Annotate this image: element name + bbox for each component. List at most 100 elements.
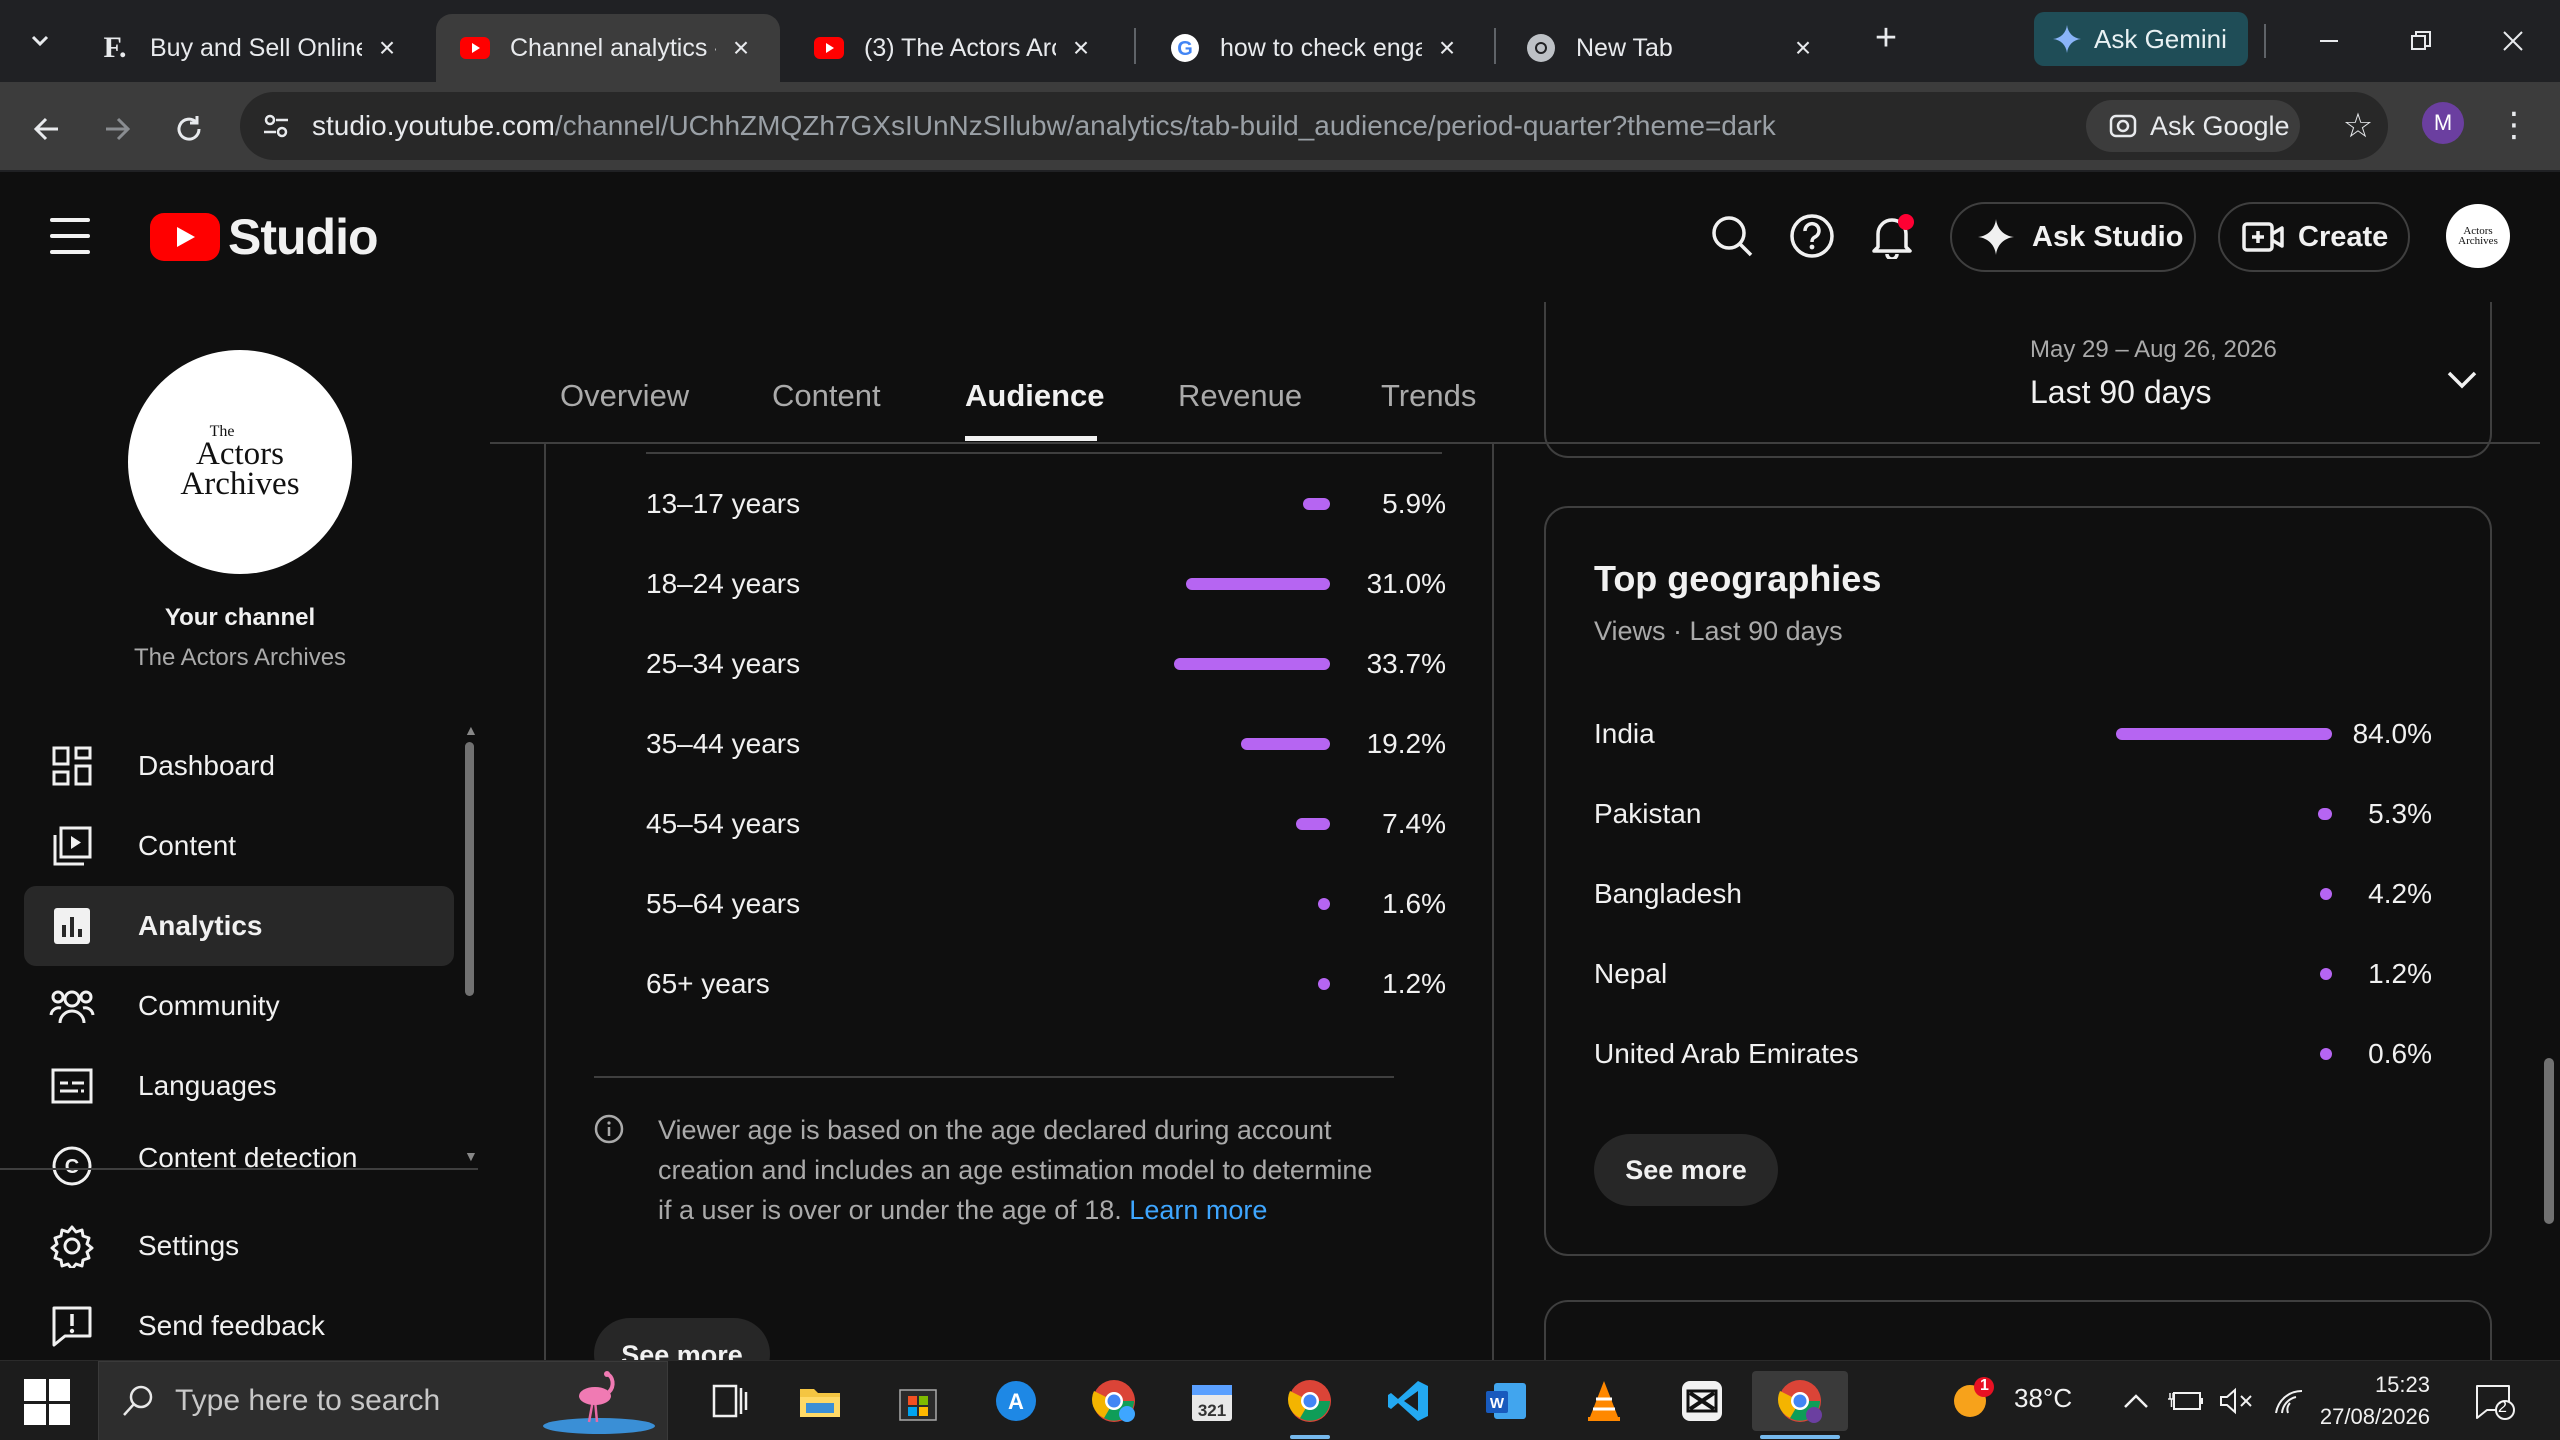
close-icon[interactable]: × — [1066, 32, 1096, 63]
file-explorer-icon[interactable] — [790, 1371, 850, 1431]
clock[interactable]: 15:23 27/08/2026 — [2318, 1369, 2430, 1433]
sidebar-item-content-detection[interactable]: C Content detection — [24, 1126, 454, 1186]
tab-content[interactable]: Content — [772, 378, 881, 414]
app-store-icon[interactable]: A — [986, 1371, 1046, 1431]
more-options-icon[interactable]: ⋮ — [2492, 100, 2536, 150]
temperature: 38°C — [2014, 1382, 2073, 1413]
sidebar-scrollbar[interactable] — [465, 742, 474, 996]
help-button[interactable] — [1786, 210, 1838, 262]
weather-widget[interactable]: 1 38°C — [1950, 1375, 2072, 1421]
geo-see-more-button[interactable]: See more — [1594, 1134, 1778, 1206]
age-row-label: 25–34 years — [646, 648, 801, 679]
sidebar-item-analytics[interactable]: Analytics — [24, 886, 454, 966]
running-indicator — [1290, 1435, 1330, 1439]
notification-center-icon[interactable]: 2 — [2472, 1379, 2518, 1425]
youtube-play-icon — [150, 213, 220, 261]
chrome-icon[interactable] — [1280, 1371, 1340, 1431]
taskbar-search-input[interactable]: Type here to search — [98, 1361, 668, 1440]
battery-icon[interactable] — [2164, 1381, 2208, 1421]
back-button[interactable] — [22, 104, 72, 154]
speaker-muted-icon[interactable] — [2214, 1381, 2258, 1421]
youtube-icon — [460, 33, 490, 63]
vlc-icon[interactable] — [1574, 1371, 1634, 1431]
close-icon[interactable]: × — [1788, 32, 1818, 63]
age-see-more-button[interactable]: See more — [594, 1318, 770, 1360]
calendar-app-icon[interactable]: 321 — [1182, 1371, 1242, 1431]
reload-button[interactable] — [164, 104, 214, 154]
browser-tab-buy-sell[interactable]: F. Buy and Sell Online × — [76, 14, 426, 82]
ask-studio-button[interactable]: Ask Studio — [1950, 202, 2196, 272]
search-icon — [1712, 216, 1753, 257]
geo-row-percent: 5.3% — [2368, 798, 2432, 829]
wifi-icon[interactable] — [2266, 1381, 2310, 1421]
sidebar-item-content[interactable]: Content — [24, 806, 454, 886]
create-button[interactable]: Create — [2218, 202, 2410, 272]
main-scrollbar[interactable] — [2544, 1058, 2554, 1224]
bookmark-star-icon[interactable]: ☆ — [2336, 104, 2380, 148]
youtube-studio-logo[interactable]: Studio — [150, 208, 379, 266]
forward-button[interactable] — [92, 104, 142, 154]
next-card — [1544, 1300, 2492, 1360]
gemini-icon — [2053, 25, 2081, 53]
age-bar — [1303, 498, 1330, 510]
sidebar-item-settings[interactable]: Settings — [24, 1206, 454, 1286]
menu-icon[interactable] — [50, 218, 90, 254]
tab-trends[interactable]: Trends — [1381, 378, 1476, 414]
browser-tab-actors-archives[interactable]: (3) The Actors Archi × — [790, 14, 1120, 82]
account-avatar[interactable]: Actors Archives — [2446, 204, 2510, 268]
chrome-profile-icon[interactable] — [1084, 1371, 1144, 1431]
address-bar[interactable]: studio.youtube.com/channel/UChhZMQZh7GXs… — [240, 92, 2388, 160]
browser-tab-google-search[interactable]: G how to check engan × — [1146, 14, 1486, 82]
card-subtitle: Views · Last 90 days — [1594, 616, 1843, 646]
ask-google-button[interactable]: Ask Google — [2086, 100, 2300, 152]
site-info-icon[interactable] — [240, 111, 312, 141]
tab-title: Buy and Sell Online — [150, 33, 362, 62]
windows-taskbar: Type here to search A 321 W 1 38°C 15:23… — [0, 1360, 2560, 1440]
close-icon[interactable]: × — [726, 32, 756, 63]
word-icon[interactable]: W — [1476, 1371, 1536, 1431]
age-bar — [1186, 578, 1330, 590]
new-tab-button[interactable]: + — [1866, 17, 1906, 59]
channel-avatar[interactable]: The Actors Archives — [128, 350, 352, 574]
close-icon[interactable]: × — [1432, 32, 1462, 63]
search-button[interactable] — [1706, 210, 1758, 262]
sidebar-item-languages[interactable]: Languages — [24, 1046, 454, 1126]
learn-more-link[interactable]: Learn more — [1129, 1195, 1267, 1225]
ask-google-label: Ask Google — [2150, 110, 2290, 141]
sidebar-item-community[interactable]: Community — [24, 966, 454, 1046]
vscode-icon[interactable] — [1378, 1371, 1438, 1431]
tab-overview[interactable]: Overview — [560, 378, 689, 414]
sidebar-item-send-feedback[interactable]: Send feedback — [24, 1286, 454, 1366]
browser-toolbar: studio.youtube.com/channel/UChhZMQZh7GXs… — [0, 82, 2560, 172]
sidebar-scroll-up-icon[interactable]: ▲ — [464, 722, 478, 738]
tab-audience[interactable]: Audience — [965, 378, 1105, 414]
top-geographies-card: Top geographies Views · Last 90 days Ind… — [1544, 506, 2492, 1256]
geo-row-percent: 84.0% — [2352, 718, 2432, 749]
sidebar-item-dashboard[interactable]: Dashboard — [24, 726, 454, 806]
minimize-button[interactable] — [2304, 16, 2354, 66]
age-info-text: Viewer age is based on the age declared … — [658, 1110, 1378, 1230]
channel-logo-line2: Archives — [180, 466, 300, 502]
windows-start-icon[interactable] — [24, 1379, 70, 1425]
tab-search-button[interactable] — [20, 20, 60, 60]
restore-button[interactable] — [2396, 16, 2446, 66]
window-close-button[interactable] — [2488, 16, 2538, 66]
geo-row-percent: 1.2% — [2368, 958, 2432, 989]
ask-gemini-button[interactable]: Ask Gemini — [2034, 12, 2248, 66]
age-row: 55–64 years 1.6% — [646, 878, 1446, 928]
notifications-button[interactable] — [1866, 210, 1918, 262]
microsoft-store-icon[interactable] — [888, 1371, 948, 1431]
capcut-icon[interactable] — [1672, 1371, 1732, 1431]
browser-tab-channel-analytics[interactable]: Channel analytics - Y × — [436, 14, 780, 82]
chevron-up-icon[interactable] — [2116, 1381, 2156, 1421]
chrome-active-window-icon[interactable] — [1752, 1371, 1848, 1431]
browser-tab-new-tab[interactable]: New Tab × — [1502, 14, 1842, 82]
tab-revenue[interactable]: Revenue — [1178, 378, 1302, 414]
task-view-icon[interactable] — [700, 1371, 760, 1431]
your-channel-label: Your channel — [164, 604, 316, 631]
arrow-right-icon — [106, 117, 131, 141]
profile-avatar[interactable]: M — [2422, 102, 2464, 144]
sidebar-item-label: Analytics — [138, 910, 263, 941]
close-icon[interactable]: × — [372, 32, 402, 63]
sidebar-scroll-down-icon[interactable]: ▼ — [464, 1148, 478, 1164]
